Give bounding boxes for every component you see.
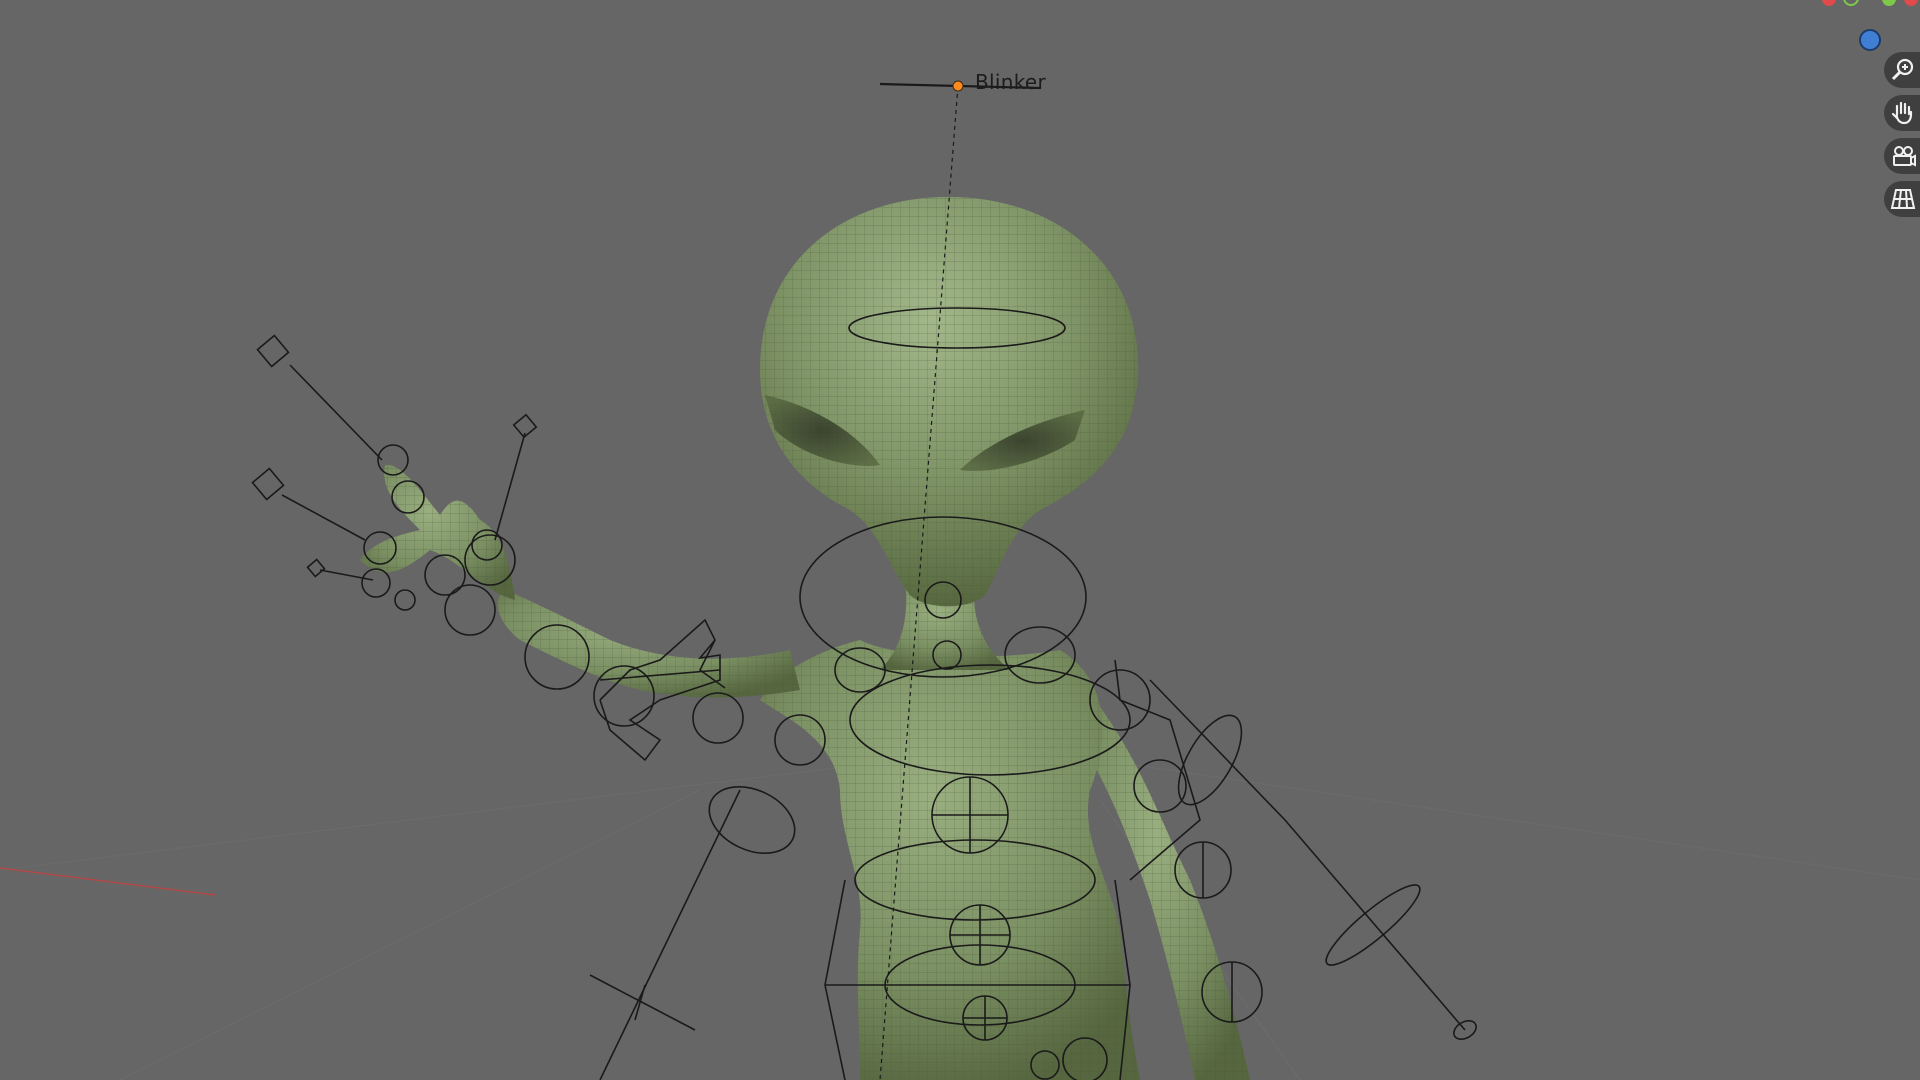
- bone-name-label: Blinker: [975, 70, 1047, 94]
- finger-ik-line-1: [289, 364, 383, 461]
- camera-icon: [1893, 146, 1916, 167]
- arm-pole-line: [599, 789, 741, 1080]
- finger-ik-line-2: [281, 494, 366, 541]
- perspective-toggle-button[interactable]: [1884, 181, 1920, 217]
- x-axis-line: [0, 867, 216, 896]
- right-hand-ik-ring[interactable]: [1318, 876, 1428, 975]
- pan-button[interactable]: [1884, 95, 1920, 131]
- elbow-bone-left[interactable]: [692, 692, 744, 744]
- elbow-pole-ring[interactable]: [699, 774, 806, 866]
- finger-ik-handle-1[interactable]: [256, 334, 290, 368]
- zoom-button[interactable]: [1884, 52, 1920, 88]
- right-arm-pole-ring[interactable]: [1166, 706, 1254, 815]
- perspective-grid-icon: [1890, 189, 1916, 209]
- alien-left-arm[interactable]: [497, 590, 800, 698]
- finger-ik-line-4: [494, 432, 526, 541]
- pan-hand-icon: [1891, 101, 1913, 125]
- hip-box-left: [824, 879, 846, 1080]
- finger-ik-handle-2[interactable]: [251, 467, 285, 501]
- alien-head[interactable]: [760, 196, 1139, 607]
- 3d-viewport[interactable]: Blinker: [0, 0, 1920, 1080]
- ground-ik-control[interactable]: [589, 974, 696, 1031]
- viewport-scene[interactable]: [0, 0, 1920, 1080]
- viewport-nav-tools: [1884, 52, 1920, 224]
- alien-torso[interactable]: [760, 640, 1140, 1080]
- camera-view-button[interactable]: [1884, 138, 1920, 174]
- gizmo-z-axis-dot[interactable]: [1859, 29, 1881, 51]
- zoom-icon: [1891, 58, 1914, 81]
- finger-ik-handle-3[interactable]: [306, 558, 326, 578]
